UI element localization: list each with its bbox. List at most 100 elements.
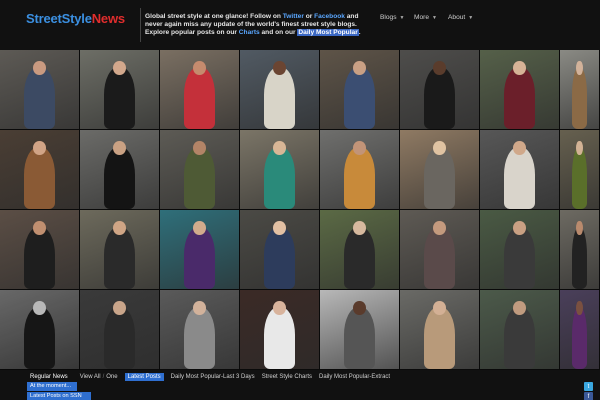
latest-posts-ssn-button[interactable]: Latest Posts on SSN [27, 392, 91, 400]
photo-tile[interactable] [0, 130, 80, 210]
photo-subject-head [33, 141, 46, 156]
photo-tile[interactable] [160, 50, 240, 130]
photo-subject-body [23, 227, 56, 289]
photo-subject-body [571, 147, 588, 209]
tagline-text: Explore popular posts on our [145, 29, 239, 37]
nav-more-label: More [414, 14, 430, 21]
site-logo[interactable]: StreetStyleNews [26, 11, 125, 26]
photo-tile[interactable] [320, 50, 400, 130]
tagline-text: and on our [259, 29, 298, 37]
subnav-view-all[interactable]: View All [80, 374, 101, 380]
photo-tile[interactable] [560, 210, 600, 290]
photo-subject-body [183, 227, 216, 289]
photo-tile[interactable] [560, 50, 600, 130]
photo-subject-body [103, 147, 136, 209]
subnav-daily-most-popular-extract[interactable]: Daily Most Popular-Extract [319, 374, 390, 380]
charts-link[interactable]: Charts [239, 29, 260, 36]
subnav-daily-most-popular-3-days[interactable]: Daily Most Popular-Last 3 Days [171, 374, 255, 380]
photo-tile[interactable] [240, 50, 320, 130]
tagline-text: never again miss any update of the world… [145, 21, 357, 29]
photo-tile[interactable] [400, 50, 480, 130]
photo-tile[interactable] [320, 290, 400, 370]
header-divider [140, 8, 141, 42]
photo-tile[interactable] [560, 290, 600, 370]
nav-about-label: About [448, 14, 466, 21]
photo-tile[interactable] [320, 130, 400, 210]
photo-subject-body [103, 67, 136, 129]
photo-tile[interactable] [160, 290, 240, 370]
photo-subject-head [576, 221, 583, 236]
site-header: StreetStyleNews Global street style at o… [0, 0, 600, 50]
photo-subject-body [263, 227, 296, 289]
photo-subject-body [183, 67, 216, 129]
nav-more[interactable]: More ▼ [414, 14, 437, 21]
photo-tile[interactable] [480, 50, 560, 130]
at-the-moment-button[interactable]: At the moment... [27, 382, 77, 391]
tagline-text: Global street style at one glance! Follo… [145, 13, 283, 20]
photo-subject-body [343, 67, 376, 129]
photo-subject-body [423, 67, 456, 129]
photo-subject-head [353, 61, 366, 76]
photo-tile[interactable] [80, 210, 160, 290]
photo-tile[interactable] [160, 210, 240, 290]
daily-most-popular-link[interactable]: Daily Most Popular [297, 29, 359, 37]
subnav-latest-posts[interactable]: Latest Posts [124, 372, 164, 381]
photo-subject-head [273, 221, 286, 236]
facebook-icon[interactable]: f [584, 392, 593, 400]
photo-subject-head [193, 61, 206, 76]
photo-tile[interactable] [400, 130, 480, 210]
facebook-link[interactable]: Facebook [314, 13, 345, 20]
photo-subject-head [353, 221, 366, 236]
photo-subject-body [343, 227, 376, 289]
subnav-street-style-charts[interactable]: Street Style Charts [262, 374, 312, 380]
photo-subject-head [33, 61, 46, 76]
photo-subject-head [113, 141, 126, 156]
photo-tile[interactable] [0, 290, 80, 370]
photo-subject-body [423, 147, 456, 209]
photo-tile[interactable] [480, 290, 560, 370]
photo-tile[interactable] [320, 210, 400, 290]
photo-tile[interactable] [480, 130, 560, 210]
photo-tile[interactable] [560, 130, 600, 210]
photo-subject-body [503, 307, 536, 369]
photo-subject-head [576, 301, 583, 316]
photo-subject-body [263, 67, 296, 129]
photo-tile[interactable] [160, 130, 240, 210]
photo-tile[interactable] [80, 290, 160, 370]
photo-subject-body [423, 227, 456, 289]
photo-subject-head [353, 301, 366, 316]
photo-subject-body [23, 307, 56, 369]
photo-subject-head [353, 141, 366, 156]
photo-subject-head [273, 141, 286, 156]
photo-tile[interactable] [80, 50, 160, 130]
photo-subject-body [103, 307, 136, 369]
photo-tile[interactable] [400, 210, 480, 290]
photo-subject-body [23, 67, 56, 129]
photo-tile[interactable] [0, 50, 80, 130]
photo-tile[interactable] [240, 210, 320, 290]
photo-subject-head [433, 141, 446, 156]
photo-tile[interactable] [480, 210, 560, 290]
caret-down-icon: ▼ [432, 14, 437, 21]
photo-tile[interactable] [400, 290, 480, 370]
photo-subject-head [513, 301, 526, 316]
nav-blogs[interactable]: Blogs ▼ [380, 14, 404, 21]
subnav: Regular News View All / One Latest Posts… [0, 371, 397, 382]
twitter-link[interactable]: Twitter [283, 13, 304, 20]
photo-subject-body [343, 307, 376, 369]
photo-subject-head [113, 61, 126, 76]
subnav-one[interactable]: One [106, 374, 117, 380]
photo-tile[interactable] [240, 130, 320, 210]
photo-tile[interactable] [80, 130, 160, 210]
photo-subject-head [513, 61, 526, 76]
subnav-separator: / [102, 373, 105, 380]
photo-tile[interactable] [240, 290, 320, 370]
twitter-icon[interactable]: t [584, 382, 593, 391]
photo-subject-head [193, 301, 206, 316]
photo-subject-head [273, 61, 286, 76]
nav-about[interactable]: About ▼ [448, 14, 473, 21]
photo-grid [0, 50, 600, 370]
photo-subject-body [23, 147, 56, 209]
photo-subject-body [503, 147, 536, 209]
photo-tile[interactable] [0, 210, 80, 290]
